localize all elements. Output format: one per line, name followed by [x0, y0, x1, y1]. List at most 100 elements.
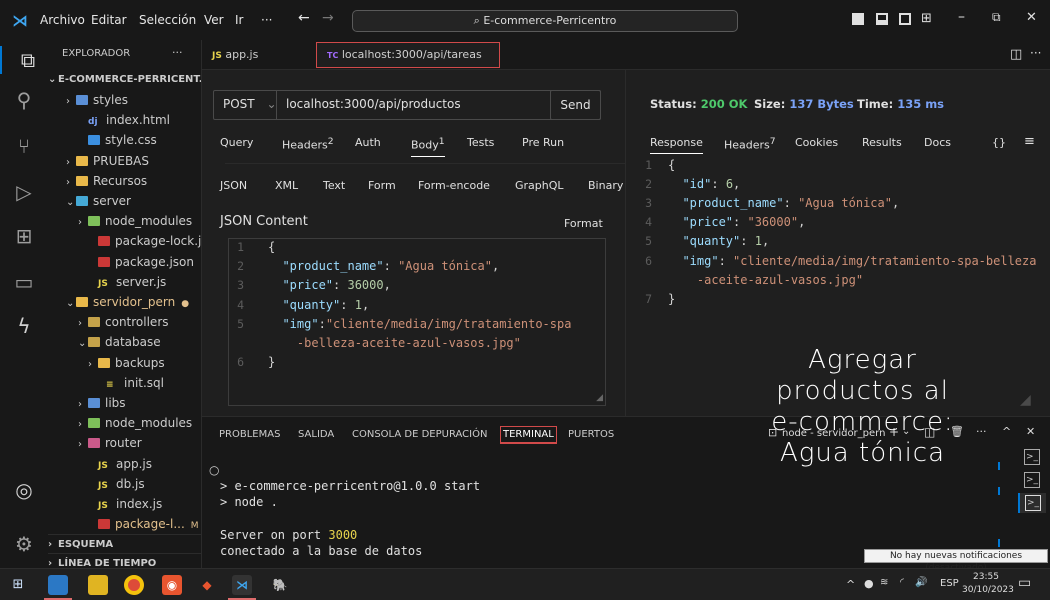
response-tab-docs[interactable]: Docs: [924, 136, 951, 149]
tab-headers[interactable]: Headers2: [282, 136, 334, 152]
format-button[interactable]: Format: [564, 217, 603, 230]
body-type-text[interactable]: Text: [323, 179, 345, 192]
panel-tab-problemas[interactable]: PROBLEMAS: [219, 429, 280, 440]
body-type-json[interactable]: JSON: [220, 179, 247, 192]
close-panel-icon[interactable]: ✕: [1026, 425, 1035, 438]
panel-tab-consola[interactable]: CONSOLA DE DEPURACIÓN: [352, 429, 487, 440]
method-select[interactable]: POST ⌄: [223, 97, 277, 111]
tab-auth[interactable]: Auth: [355, 136, 381, 149]
file-explorer-taskbar-icon[interactable]: [48, 575, 68, 595]
tree-item[interactable]: JS index.js: [48, 494, 201, 514]
notification-center-icon[interactable]: ▭: [1018, 575, 1031, 591]
command-center-search[interactable]: ⌕ E-commerce-Perricentro: [352, 10, 738, 32]
tree-item[interactable]: › PRUEBAS: [48, 151, 201, 171]
send-button[interactable]: Send: [550, 90, 601, 120]
tree-item[interactable]: › backups: [48, 353, 201, 373]
menu-more[interactable]: ···: [261, 13, 272, 27]
postgres-taskbar-icon[interactable]: 🐘: [270, 575, 290, 595]
restore-icon[interactable]: ⧉: [992, 10, 1001, 25]
editor-more-icon[interactable]: ···: [1030, 46, 1041, 60]
body-type-form-encode[interactable]: Form-encode: [418, 179, 490, 192]
minimize-icon[interactable]: –: [958, 9, 965, 25]
tree-item[interactable]: style.css: [48, 130, 201, 150]
body-type-form[interactable]: Form: [368, 179, 396, 192]
close-window-icon[interactable]: ✕: [1026, 10, 1037, 25]
explorer-icon[interactable]: ⧉: [0, 46, 46, 74]
menu-seleccion[interactable]: Selección: [139, 13, 196, 27]
remote-explorer-icon[interactable]: ▭: [10, 268, 38, 296]
tree-item[interactable]: JS app.js: [48, 454, 201, 474]
forward-arrow-icon[interactable]: →: [322, 10, 334, 26]
outline-section[interactable]: › ESQUEMA: [48, 534, 201, 554]
tree-item[interactable]: ≡ init.sql: [48, 373, 201, 393]
source-control-icon[interactable]: ⑂: [10, 132, 38, 160]
body-type-graphql[interactable]: GraphQL: [515, 179, 564, 192]
location-icon[interactable]: ●: [864, 577, 874, 590]
tab-pre-run[interactable]: Pre Run: [522, 136, 564, 149]
explorer-root-folder[interactable]: ⌄ E-COMMERCE-PERRICENT...: [48, 70, 201, 90]
toggle-panel-icon[interactable]: [876, 13, 888, 25]
menu-editar[interactable]: Editar: [91, 13, 127, 27]
panel-tab-salida[interactable]: SALIDA: [298, 429, 334, 440]
tree-item[interactable]: › Recursos: [48, 171, 201, 191]
tab-app-js[interactable]: JS app.js: [202, 40, 304, 70]
account-icon[interactable]: ◎: [10, 476, 38, 504]
search-activity-icon[interactable]: ⚲: [10, 86, 38, 114]
tab-thunder-request[interactable]: TC localhost:3000/api/tareas ✕: [316, 42, 500, 86]
tree-item[interactable]: package.json: [48, 252, 201, 272]
panel-tab-terminal[interactable]: TERMINAL: [500, 426, 557, 444]
volume-icon[interactable]: 🔊: [915, 577, 927, 588]
response-tab-results[interactable]: Results: [862, 136, 902, 149]
tree-item[interactable]: ⌄ database: [48, 332, 201, 352]
tab-tests[interactable]: Tests: [467, 136, 494, 149]
tree-item[interactable]: ⌄ server: [48, 191, 201, 211]
tree-item[interactable]: › styles: [48, 90, 201, 110]
tree-item[interactable]: › router: [48, 433, 201, 453]
settings-gear-icon[interactable]: ⚙: [10, 530, 38, 558]
toggle-secondary-sidebar-icon[interactable]: [899, 13, 911, 25]
response-tab-response[interactable]: Response: [650, 136, 703, 154]
panel-tab-puertos[interactable]: PUERTOS: [568, 429, 614, 440]
menu-lines-icon[interactable]: ≡: [1024, 134, 1035, 149]
menu-archivo[interactable]: Archivo: [40, 13, 85, 27]
chrome-taskbar-icon[interactable]: [124, 575, 144, 595]
response-tab-headers[interactable]: Headers7: [724, 136, 776, 152]
network-icon[interactable]: ≋: [880, 577, 888, 588]
windows-start-icon[interactable]: ⊞: [8, 575, 28, 595]
language-indicator[interactable]: ESP: [940, 578, 959, 589]
run-debug-icon[interactable]: ▷: [10, 178, 38, 206]
wifi-icon[interactable]: ◜: [900, 577, 904, 588]
tree-item[interactable]: › controllers: [48, 312, 201, 332]
tree-item[interactable]: JS db.js: [48, 474, 201, 494]
customize-layout-icon[interactable]: ⊞: [921, 11, 932, 26]
explorer-more-icon[interactable]: ···: [172, 46, 183, 59]
tree-item[interactable]: package-l... M: [48, 514, 201, 534]
sticky-notes-taskbar-icon[interactable]: [88, 575, 108, 595]
tree-item[interactable]: › libs: [48, 393, 201, 413]
back-arrow-icon[interactable]: ←: [298, 10, 310, 26]
terminal-instance-icon[interactable]: >_: [1024, 472, 1040, 488]
body-type-xml[interactable]: XML: [275, 179, 298, 192]
menu-ir[interactable]: Ir: [235, 13, 243, 27]
git-taskbar-icon[interactable]: ◆: [197, 575, 217, 595]
tab-body[interactable]: Body1: [411, 136, 445, 157]
tree-item[interactable]: › node_modules: [48, 413, 201, 433]
response-tab-cookies[interactable]: Cookies: [795, 136, 838, 149]
clock[interactable]: 23:55 30/10/2023: [962, 571, 1014, 597]
braces-icon[interactable]: {}: [992, 136, 1006, 149]
toggle-primary-sidebar-icon[interactable]: [852, 13, 864, 25]
tree-item[interactable]: › node_modules: [48, 211, 201, 231]
tab-query[interactable]: Query: [220, 136, 253, 149]
body-type-binary[interactable]: Binary: [588, 179, 623, 192]
vscode-taskbar-icon[interactable]: ⋊: [232, 575, 252, 595]
menu-ver[interactable]: Ver: [204, 13, 224, 27]
url-input[interactable]: localhost:3000/api/productos: [286, 97, 461, 111]
tree-item[interactable]: JS server.js: [48, 272, 201, 292]
tree-item[interactable]: package-lock.json: [48, 231, 201, 251]
extensions-icon[interactable]: ⊞: [10, 222, 38, 250]
terminal-instance-icon[interactable]: >_: [1024, 449, 1040, 465]
maximize-panel-icon[interactable]: ^: [1002, 425, 1011, 438]
tree-item[interactable]: ⌄ servidor_pern ●: [48, 292, 201, 312]
terminal-instance-active[interactable]: >_: [1018, 493, 1046, 513]
thunder-client-icon[interactable]: ϟ: [10, 312, 38, 340]
